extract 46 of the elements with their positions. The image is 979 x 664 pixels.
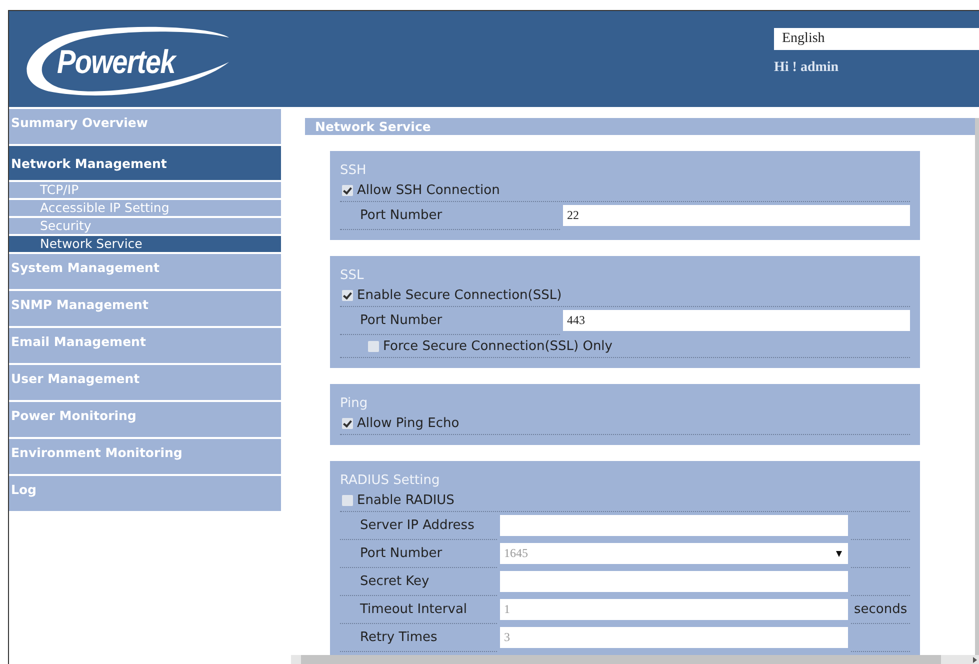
field-label: Server IP Address <box>340 512 497 540</box>
field-label: Retry Times <box>340 624 497 652</box>
section-title: SSH <box>340 163 368 178</box>
sidebar-item[interactable]: Summary Overview <box>9 109 281 144</box>
checkbox-label: Allow SSH Connection <box>357 182 500 198</box>
checkbox-label: Enable RADIUS <box>357 492 454 508</box>
input-field[interactable] <box>500 571 848 592</box>
sidebar-item[interactable]: Power Monitoring <box>9 402 281 437</box>
field-label: Secret Key <box>340 568 497 596</box>
sidebar-item[interactable]: User Management <box>9 365 281 400</box>
field-label: Port Number <box>340 202 560 230</box>
checkbox[interactable] <box>342 418 353 428</box>
sidebar-subitem[interactable]: TCP/IP <box>9 182 281 198</box>
input-field[interactable]: 443 <box>563 310 910 331</box>
caret-icon <box>836 550 842 556</box>
sidebar-item[interactable]: System Management <box>9 254 281 289</box>
unit-label: seconds <box>853 602 908 617</box>
sidebar-subitem[interactable]: Network Service <box>9 236 281 252</box>
horizontal-scrollbar[interactable] <box>291 655 979 664</box>
section-title: RADIUS Setting <box>340 473 441 488</box>
field-label: Port Number <box>340 540 497 568</box>
sidebar-item[interactable]: Network Management <box>9 146 281 180</box>
checkbox-label: Enable Secure Connection(SSL) <box>357 288 562 302</box>
scroll-right-icon[interactable] <box>973 656 977 662</box>
checkbox[interactable] <box>368 340 379 352</box>
field-label: Port Number <box>340 307 560 335</box>
page-title: Network Service <box>305 118 975 135</box>
sidebar-subitem[interactable]: Security <box>9 218 281 234</box>
sidebar-item[interactable]: SNMP Management <box>9 291 281 326</box>
sidebar-subitem[interactable]: Accessible IP Setting <box>9 200 281 216</box>
checkbox[interactable] <box>342 494 353 506</box>
sidebar-item[interactable]: Email Management <box>9 328 281 363</box>
sidebar-item[interactable]: Environment Monitoring <box>9 439 281 474</box>
section-title: Ping <box>340 396 369 411</box>
checkbox[interactable] <box>342 184 353 196</box>
field-label: Timeout Interval <box>340 596 497 624</box>
input-field[interactable]: 22 <box>563 205 910 226</box>
checkbox[interactable] <box>342 290 353 300</box>
section-title: SSL <box>340 268 365 283</box>
sidebar-item[interactable]: Log <box>9 476 281 511</box>
checkbox-label: Allow Ping Echo <box>357 416 460 430</box>
language-select[interactable]: English <box>774 28 979 50</box>
input-field[interactable] <box>500 515 848 536</box>
vertical-scrollbar[interactable] <box>975 118 979 655</box>
checkbox-label: Force Secure Connection(SSL) Only <box>383 338 612 354</box>
greeting-text: Hi ! admin <box>774 60 840 76</box>
